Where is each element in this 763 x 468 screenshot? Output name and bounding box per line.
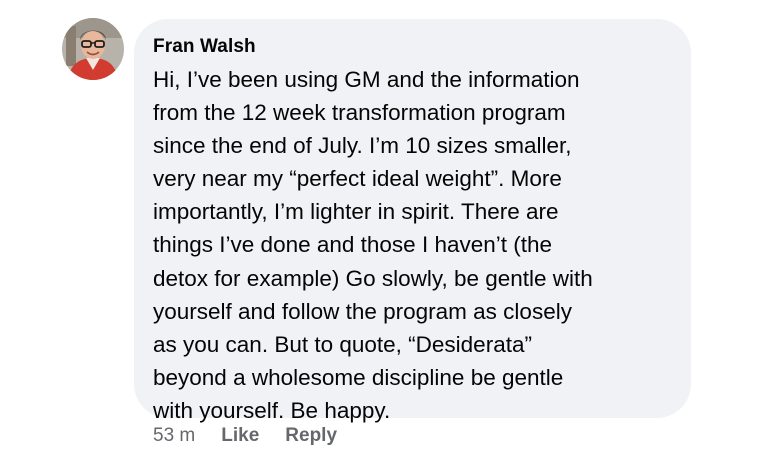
comment-text: Hi, I’ve been using GM and the informati…: [153, 67, 593, 423]
like-button[interactable]: Like: [221, 424, 259, 448]
comment-actions: 53 m Like Reply: [153, 424, 363, 448]
comment-timestamp[interactable]: 53 m: [153, 424, 195, 448]
reply-button[interactable]: Reply: [285, 424, 337, 448]
avatar[interactable]: [62, 18, 124, 80]
profile-photo-icon: [62, 18, 124, 80]
comment-bubble: Fran Walsh Hi, I’ve been using GM and th…: [134, 19, 691, 423]
comment-author-name[interactable]: Fran Walsh: [153, 36, 671, 58]
